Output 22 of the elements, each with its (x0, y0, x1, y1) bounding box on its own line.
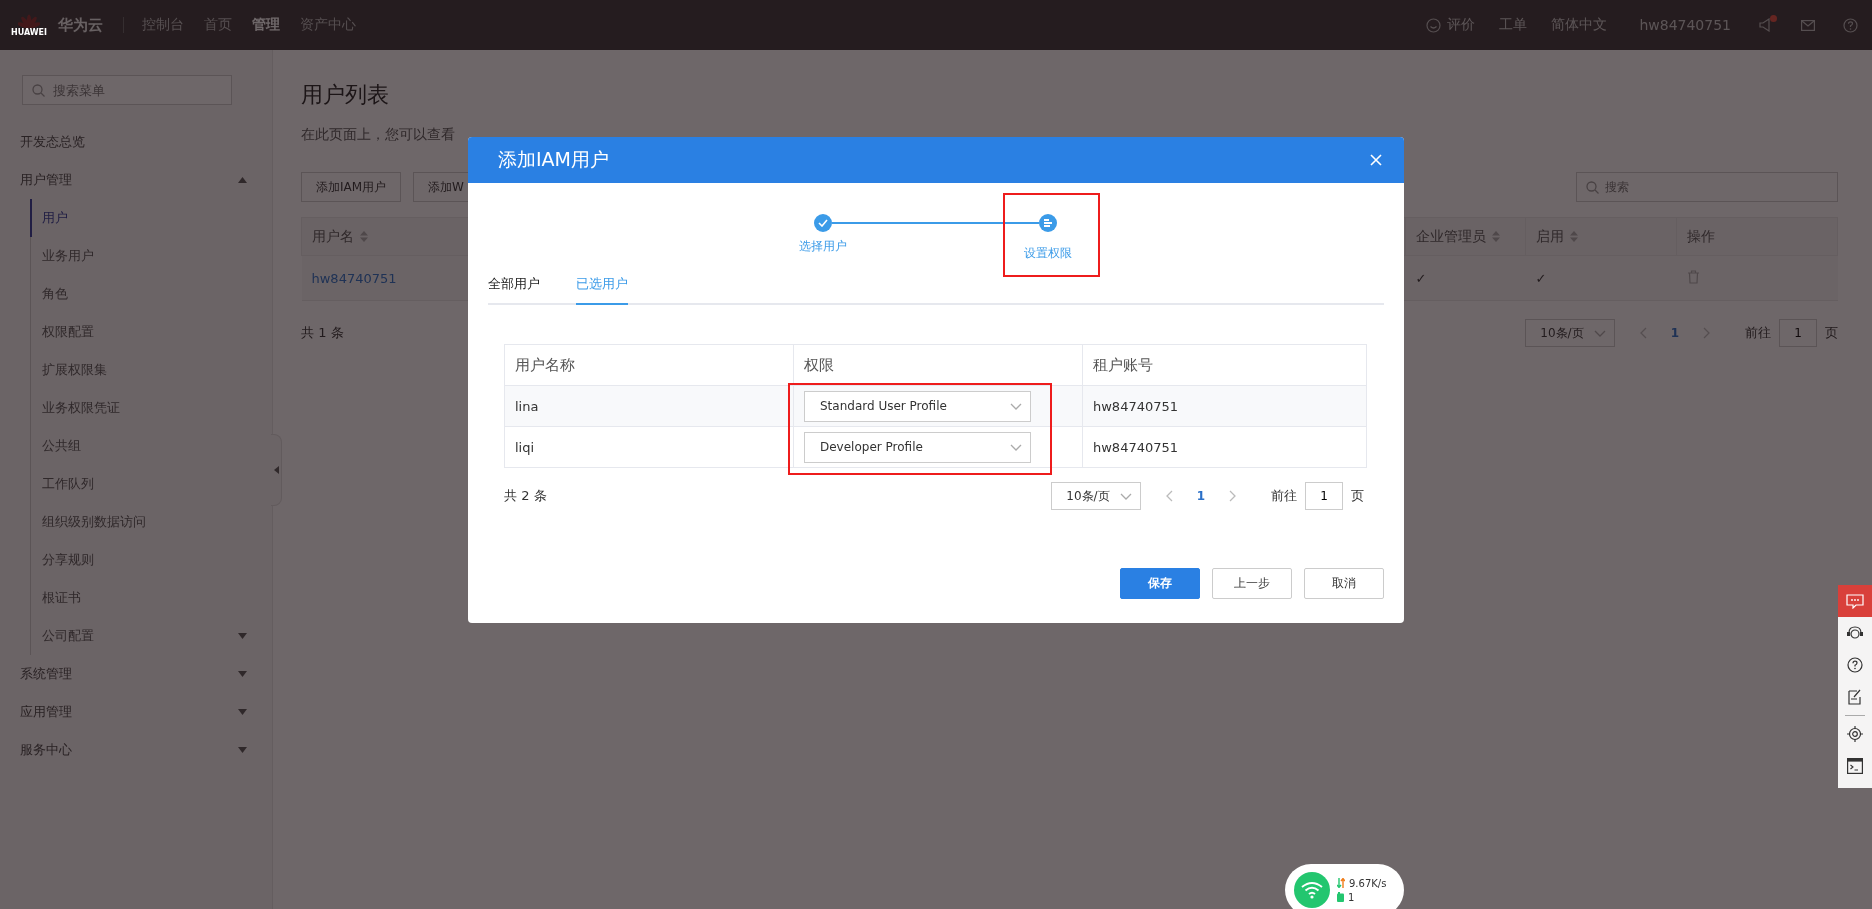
column-header: 用户名称 (515, 355, 575, 374)
table-cell: liqi (515, 439, 535, 455)
dialog-title: 添加IAM用户 (498, 147, 610, 172)
table-cell: lina (515, 398, 539, 414)
step-label: 选择用户 (799, 238, 847, 255)
device-count: 1 (1348, 891, 1355, 903)
total-count: 共 2 条 (504, 487, 547, 505)
page-unit: 页 (1825, 324, 1838, 342)
table-cell: hw84740751 (1093, 398, 1179, 414)
step-label: 设置权限 (1024, 245, 1072, 262)
goto-label: 前往 (1745, 324, 1771, 342)
table-cell: hw84740751 (1093, 439, 1179, 455)
page-unit: 页 (1351, 487, 1364, 505)
network-speed: 9.67K/s (1349, 877, 1387, 889)
total-count: 共 1 条 (301, 324, 344, 342)
column-header: 租户账号 (1093, 355, 1153, 374)
page-title: 用户列表 (301, 81, 390, 109)
logo-text: HUAWEI (11, 27, 48, 37)
goto-label: 前往 (1271, 487, 1297, 505)
column-header: 权限 (804, 355, 834, 374)
check-mark: ✓ (1535, 270, 1547, 286)
check-mark: ✓ (1415, 270, 1427, 286)
